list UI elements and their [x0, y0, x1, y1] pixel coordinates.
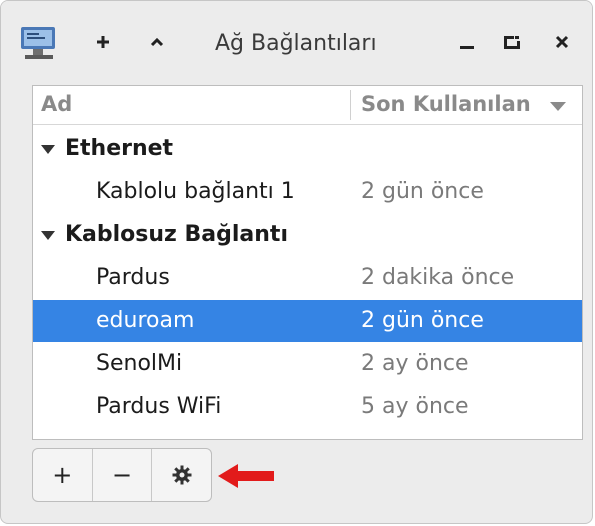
connection-last-used: 2 gün önce — [361, 308, 484, 333]
expander-down-icon[interactable] — [41, 231, 55, 240]
column-header-name[interactable]: Ad — [41, 92, 72, 116]
group-row-ethernet[interactable]: Ethernet — [33, 128, 582, 170]
connection-row[interactable]: Kablolu bağlantı 1 2 gün önce — [33, 171, 582, 213]
maximize-icon — [504, 35, 520, 49]
network-connections-icon — [21, 27, 55, 59]
connection-last-used: 5 ay önce — [361, 394, 469, 419]
connection-last-used: 2 gün önce — [361, 179, 484, 204]
window-title: Ağ Bağlantıları — [215, 31, 377, 56]
list-header: Ad Son Kullanılan — [33, 86, 582, 125]
connection-row[interactable]: Pardus WiFi 5 ay önce — [33, 386, 582, 428]
maximize-button[interactable] — [497, 27, 527, 57]
connection-last-used: 2 dakika önce — [361, 265, 515, 290]
network-connections-window: Ağ Bağlantıları Ad Son Kullanılan Ethern… — [0, 0, 593, 524]
group-label: Kablosuz Bağlantı — [65, 222, 288, 247]
connection-row[interactable]: SenolMi 2 ay önce — [33, 343, 582, 385]
edit-connection-button[interactable] — [152, 449, 211, 501]
remove-connection-button[interactable]: − — [93, 449, 153, 501]
connection-name: SenolMi — [96, 351, 183, 376]
connection-name: Kablolu bağlantı 1 — [96, 179, 295, 204]
group-label: Ethernet — [65, 136, 174, 161]
close-button[interactable] — [547, 27, 577, 57]
minimize-button[interactable] — [452, 27, 482, 57]
sort-desc-icon — [550, 102, 566, 111]
expander-down-icon[interactable] — [41, 145, 55, 154]
column-header-last-used[interactable]: Son Kullanılan — [361, 92, 531, 116]
annotation-arrow-icon — [218, 464, 274, 488]
plus-icon — [97, 36, 109, 48]
close-icon — [555, 35, 569, 49]
title-bar: Ağ Bağlantıları — [1, 1, 592, 87]
column-divider — [350, 90, 351, 120]
add-connection-titlebar-button[interactable] — [88, 27, 118, 57]
add-connection-button[interactable]: + — [33, 449, 93, 501]
connection-last-used: 2 ay önce — [361, 351, 469, 376]
connection-name: eduroam — [96, 308, 195, 333]
chevron-up-icon — [150, 37, 164, 47]
minimize-icon — [460, 46, 474, 49]
gear-icon — [172, 465, 192, 485]
connection-row-selected[interactable]: eduroam 2 gün önce — [33, 300, 582, 342]
collapse-button[interactable] — [142, 27, 172, 57]
connection-name: Pardus — [96, 265, 170, 290]
connection-row[interactable]: Pardus 2 dakika önce — [33, 257, 582, 299]
group-row-wireless[interactable]: Kablosuz Bağlantı — [33, 214, 582, 256]
connections-list: Ad Son Kullanılan Ethernet Kablolu bağla… — [32, 85, 583, 440]
list-toolbar: + − — [32, 448, 212, 502]
connection-name: Pardus WiFi — [96, 394, 222, 419]
